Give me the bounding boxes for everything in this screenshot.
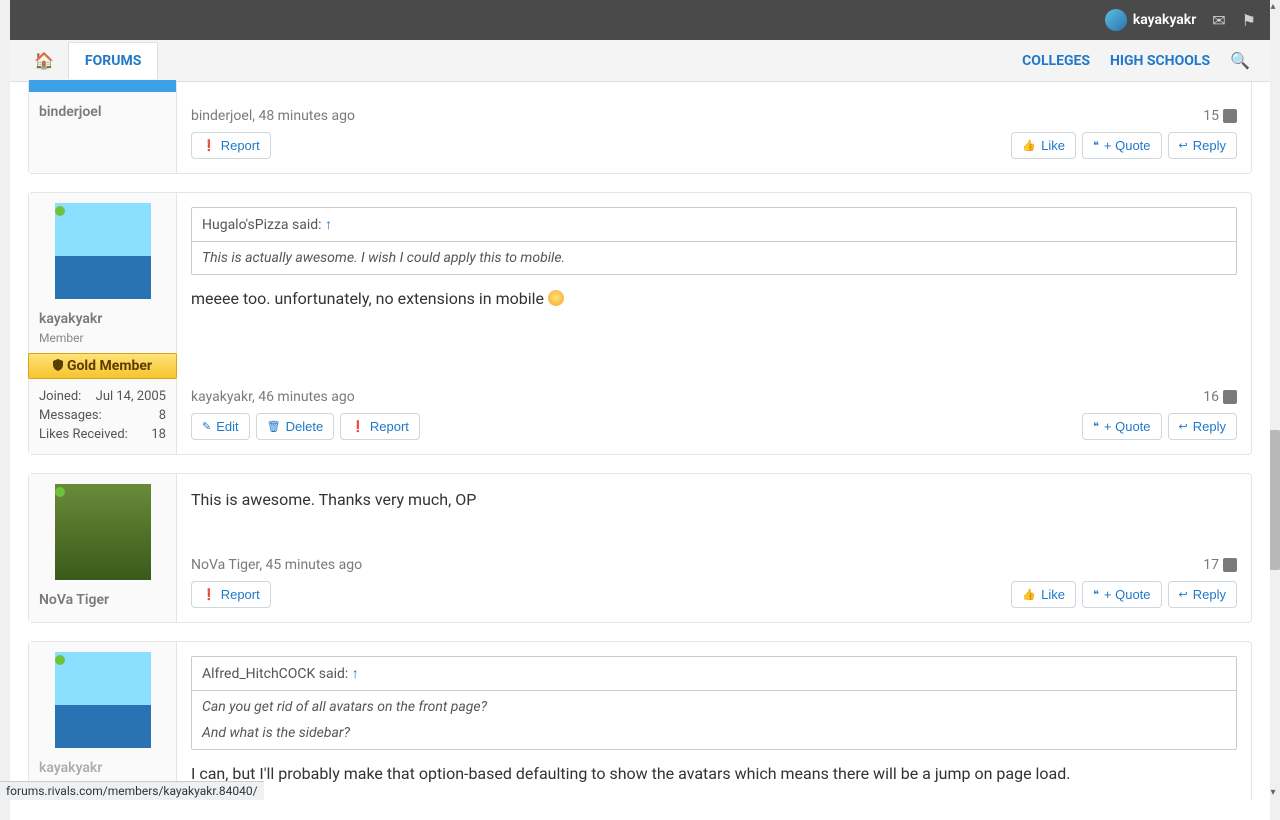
alerts-icon[interactable]: ⚑ — [1242, 11, 1256, 30]
edit-button[interactable]: ✎Edit — [191, 413, 250, 440]
post: kayakyakr Member Gold Member Joined:Jul … — [28, 192, 1252, 455]
quote-icon: ❝ — [1093, 420, 1099, 433]
quote-block: Hugalo'sPizza said: ↑ This is actually a… — [191, 207, 1237, 275]
share-icon[interactable] — [1223, 109, 1237, 123]
post-meta[interactable]: kayakyakr, 46 minutes ago — [191, 389, 355, 405]
post-username[interactable]: binderjoel — [39, 100, 166, 124]
current-user[interactable]: kayakyakr — [1105, 9, 1196, 31]
share-icon[interactable] — [1223, 390, 1237, 404]
thumbs-up-icon: 👍 — [1022, 588, 1036, 601]
reply-icon: ↩ — [1179, 139, 1188, 152]
delete-button[interactable]: 🗑Delete — [256, 413, 335, 440]
post-meta[interactable]: NoVa Tiger, 45 minutes ago — [191, 557, 362, 573]
online-status-icon — [55, 206, 65, 216]
post-number[interactable]: 16 — [1203, 389, 1219, 405]
quote-body: This is actually awesome. I wish I could… — [192, 242, 1236, 274]
report-button[interactable]: ❗Report — [191, 581, 271, 608]
online-status-icon — [55, 487, 65, 497]
post-meta[interactable]: binderjoel, 48 minutes ago — [191, 108, 355, 124]
trash-icon: 🗑 — [267, 420, 281, 433]
avatar-image[interactable] — [55, 203, 151, 299]
quote-jump-link[interactable]: ↑ — [352, 666, 359, 682]
post: binderjoel binderjoel, 48 minutes ago 15… — [28, 82, 1252, 174]
post-username[interactable]: kayakyakr — [39, 756, 166, 780]
warning-icon: ❗ — [202, 139, 216, 152]
quote-author: Hugalo'sPizza said: — [202, 217, 325, 233]
post-username[interactable]: kayakyakr — [39, 307, 166, 331]
quote-author: Alfred_HitchCOCK said: — [202, 666, 352, 682]
quote-button[interactable]: ❝+ Quote — [1082, 132, 1162, 159]
nav-colleges[interactable]: COLLEGES — [1022, 53, 1090, 69]
reply-icon: ↩ — [1179, 420, 1188, 433]
nav-highschools[interactable]: HIGH SCHOOLS — [1110, 53, 1210, 69]
inbox-icon[interactable]: ✉ — [1212, 11, 1225, 30]
quote-icon: ❝ — [1093, 139, 1099, 152]
online-status-icon — [55, 655, 65, 665]
user-column: binderjoel — [29, 82, 177, 173]
thumbs-up-icon: 👍 — [1022, 139, 1036, 152]
user-stats: Joined:Jul 14, 2005 Messages:8 Likes Rec… — [39, 387, 166, 444]
reply-icon: ↩ — [1179, 588, 1188, 601]
like-button[interactable]: 👍Like — [1011, 581, 1076, 608]
reply-button[interactable]: ↩Reply — [1168, 413, 1237, 440]
quote-block: Alfred_HitchCOCK said: ↑ Can you get rid… — [191, 656, 1237, 750]
reply-button[interactable]: ↩Reply — [1168, 132, 1237, 159]
user-column: kayakyakr Member Gold Member Joined:Jul … — [29, 193, 177, 454]
avatar-icon — [1105, 9, 1127, 31]
post-username[interactable]: NoVa Tiger — [39, 588, 166, 612]
post-body: I can, but I'll probably make that optio… — [191, 762, 1237, 786]
pencil-icon: ✎ — [202, 420, 211, 433]
search-icon[interactable]: 🔍 — [1230, 51, 1250, 70]
avatar-image[interactable] — [55, 484, 151, 580]
shield-icon — [53, 359, 63, 371]
avatar-partial — [29, 80, 176, 92]
user-column: kayakyakr — [29, 642, 177, 800]
post-number[interactable]: 15 — [1203, 108, 1219, 124]
home-icon[interactable]: 🏠 — [20, 41, 68, 80]
post: NoVa Tiger This is awesome. Thanks very … — [28, 473, 1252, 623]
crying-emoji-icon — [548, 290, 564, 306]
tab-forums[interactable]: FORUMS — [68, 42, 158, 79]
browser-status-bar: forums.rivals.com/members/kayakyakr.8404… — [0, 781, 264, 800]
avatar-image[interactable] — [55, 652, 151, 748]
post: kayakyakr Alfred_HitchCOCK said: ↑ Can y… — [28, 641, 1252, 800]
quote-button[interactable]: ❝+ Quote — [1082, 581, 1162, 608]
username: kayakyakr — [1133, 12, 1196, 28]
share-icon[interactable] — [1223, 558, 1237, 572]
quote-button[interactable]: ❝+ Quote — [1082, 413, 1162, 440]
like-button[interactable]: 👍Like — [1011, 132, 1076, 159]
post-number[interactable]: 17 — [1203, 557, 1219, 573]
post-body: meeee too. unfortunately, no extensions … — [191, 287, 1237, 311]
quote-icon: ❝ — [1093, 588, 1099, 601]
nav-bar: 🏠 FORUMS COLLEGES HIGH SCHOOLS 🔍 — [10, 40, 1270, 82]
quote-jump-link[interactable]: ↑ — [325, 217, 332, 233]
quote-body: Can you get rid of all avatars on the fr… — [192, 691, 1236, 749]
user-role: Member — [39, 331, 166, 345]
warning-icon: ❗ — [202, 588, 216, 601]
top-bar: kayakyakr ✉ ⚑ — [10, 0, 1270, 40]
reply-button[interactable]: ↩Reply — [1168, 581, 1237, 608]
report-button[interactable]: ❗Report — [191, 132, 271, 159]
warning-icon: ❗ — [351, 420, 365, 433]
user-column: NoVa Tiger — [29, 474, 177, 622]
report-button[interactable]: ❗Report — [340, 413, 420, 440]
post-body: This is awesome. Thanks very much, OP — [191, 488, 1237, 512]
gold-member-badge: Gold Member — [28, 353, 177, 379]
